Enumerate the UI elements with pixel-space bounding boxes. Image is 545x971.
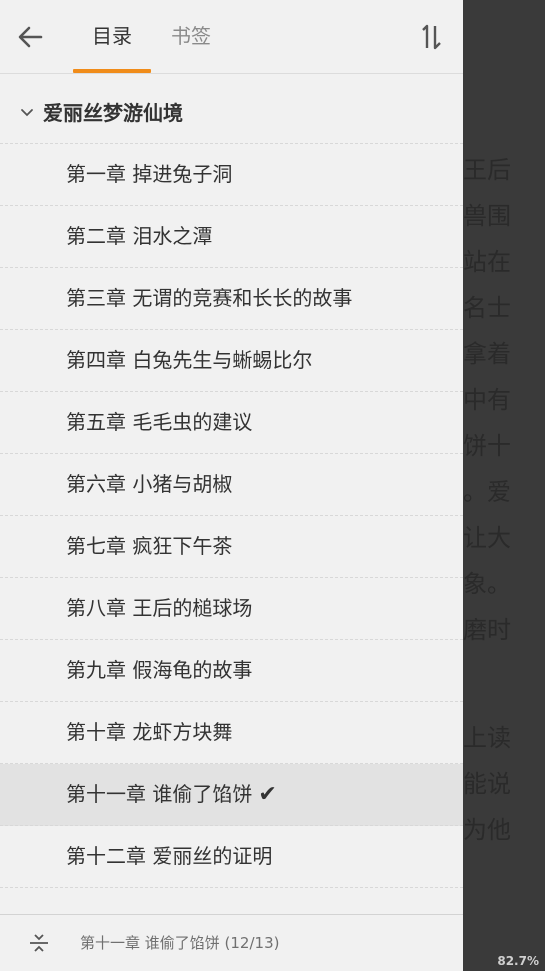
chapter-item-current[interactable]: 第十一章 谁偷了馅饼 ✔ [0, 764, 463, 826]
chapter-label: 第九章 假海龟的故事 [66, 658, 253, 682]
drawer-bottombar: 第十一章 谁偷了馅饼 (12/13) [0, 914, 463, 971]
checkmark-icon: ✔ [258, 782, 277, 807]
chapter-label: 第三章 无谓的竞赛和长长的故事 [66, 286, 353, 310]
chapter-item[interactable]: 第五章 毛毛虫的建议 [0, 392, 463, 454]
chapter-item[interactable]: 第十二章 爱丽丝的证明 [0, 826, 463, 888]
chapter-label: 第十一章 谁偷了馅饼 ✔ [66, 780, 277, 809]
tab-bookmarks[interactable]: 书签 [171, 22, 211, 50]
chapter-label: 第八章 王后的槌球场 [66, 596, 253, 620]
arrow-left-icon [18, 26, 43, 48]
chapter-item[interactable]: 第九章 假海龟的故事 [0, 640, 463, 702]
chapter-item[interactable]: 第八章 王后的槌球场 [0, 578, 463, 640]
reader-text-line: 磨时 [463, 616, 511, 644]
book-title: 爱丽丝梦游仙境 [43, 101, 183, 125]
chapter-label: 第六章 小猪与胡椒 [66, 472, 233, 496]
chapter-label: 第十章 龙虾方块舞 [66, 720, 233, 744]
chapter-item[interactable]: 第七章 疯狂下午茶 [0, 516, 463, 578]
locate-current-icon [30, 934, 48, 952]
reader-text-line: 兽围 [463, 202, 511, 230]
reader-text-line: 名士 [463, 294, 511, 322]
locate-current-button[interactable] [28, 932, 50, 954]
reader-text-line: 让大 [463, 524, 511, 552]
chapter-item[interactable]: 第三章 无谓的竞赛和长长的故事 [0, 268, 463, 330]
chapter-item[interactable]: 第十章 龙虾方块舞 [0, 702, 463, 764]
chapter-label: 第二章 泪水之潭 [66, 224, 213, 248]
sort-button[interactable] [418, 23, 446, 51]
chapter-label: 第一章 掉进兔子洞 [66, 162, 233, 186]
chapter-label-text: 第十一章 谁偷了馅饼 [66, 782, 253, 806]
chapter-item[interactable]: 第四章 白兔先生与蜥蜴比尔 [0, 330, 463, 392]
reader-text-line: 中有 [463, 386, 511, 414]
toc-drawer: 目录 书签 爱丽丝梦游仙境 第一章 掉进兔子洞 第二章 泪水之潭 第三章 无谓的… [0, 0, 463, 971]
reading-progress: 82.7% [497, 954, 539, 968]
drawer-topbar: 目录 书签 [0, 0, 463, 74]
chapter-label: 第五章 毛毛虫的建议 [66, 410, 253, 434]
reader-text-line: 王后 [463, 156, 511, 184]
chapter-label: 第四章 白兔先生与蜥蜴比尔 [66, 348, 313, 372]
reader-text-line: 。爱 [463, 478, 511, 506]
sort-order-icon [422, 24, 441, 50]
reader-text-line: 站在 [463, 248, 511, 276]
reader-text-line: 能说 [463, 770, 511, 798]
current-chapter-status: 第十一章 谁偷了馅饼 (12/13) [80, 934, 280, 952]
reader-text-line: 为他 [463, 816, 511, 844]
chapter-label: 第十二章 爱丽丝的证明 [66, 844, 273, 868]
chapter-label: 第七章 疯狂下午茶 [66, 534, 233, 558]
chevron-down-icon [21, 109, 33, 117]
reader-text-line: 饼十 [463, 432, 511, 460]
chapter-item[interactable]: 第二章 泪水之潭 [0, 206, 463, 268]
book-header[interactable]: 爱丽丝梦游仙境 [0, 85, 463, 144]
tab-toc[interactable]: 目录 [92, 22, 132, 50]
chapter-item[interactable]: 第一章 掉进兔子洞 [0, 144, 463, 206]
chapter-list: 第一章 掉进兔子洞 第二章 泪水之潭 第三章 无谓的竞赛和长长的故事 第四章 白… [0, 144, 463, 888]
reader-text-line: 上读 [463, 724, 511, 752]
active-tab-indicator [73, 69, 151, 73]
back-button[interactable] [14, 22, 46, 52]
chapter-item[interactable]: 第六章 小猪与胡椒 [0, 454, 463, 516]
reader-text-line: 象。 [463, 570, 511, 598]
reader-text-line: 拿着 [463, 340, 511, 368]
